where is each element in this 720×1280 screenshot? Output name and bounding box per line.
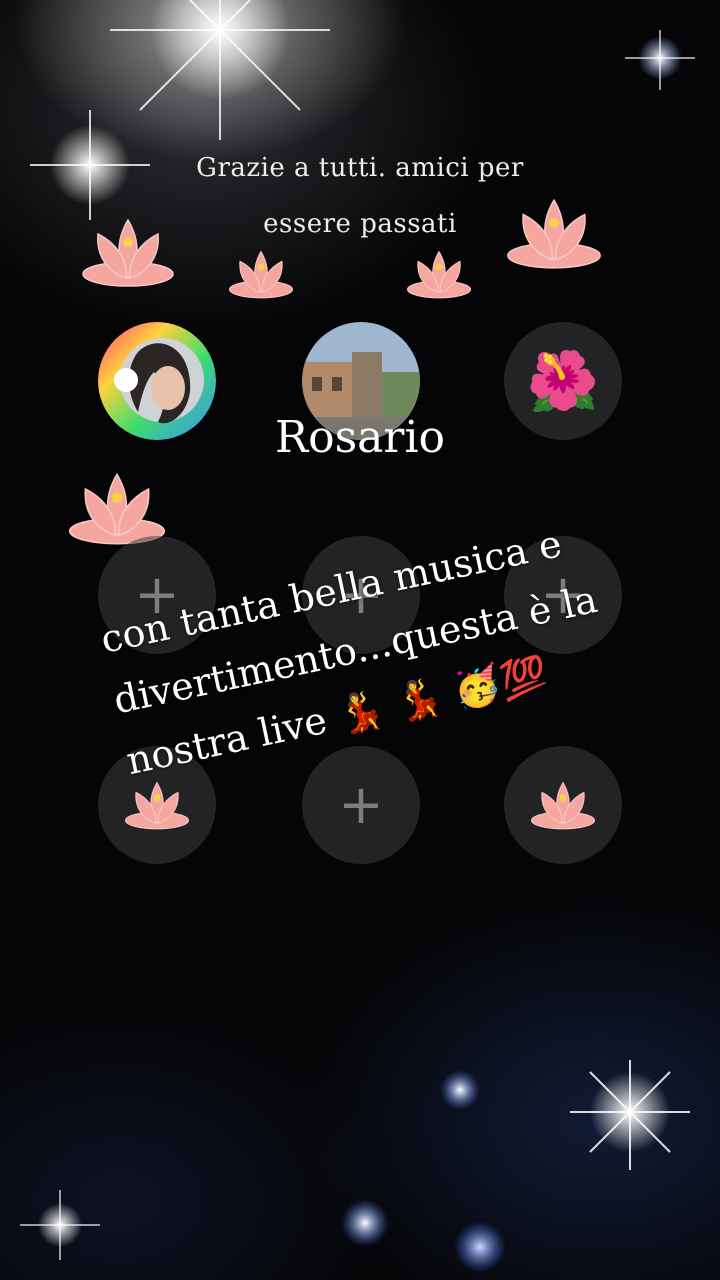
add-guest-slot-5[interactable]: +: [302, 746, 420, 864]
sparkle-icon: [454, 1221, 506, 1273]
hibiscus-icon: 🌺: [526, 346, 600, 415]
guest-slot-hibiscus[interactable]: 🌺: [504, 322, 622, 440]
sparkle-icon: [30, 110, 150, 220]
lotus-icon: [507, 198, 601, 269]
lotus-icon: [82, 218, 174, 287]
avatar-image: [98, 322, 216, 440]
lotus-icon: [228, 250, 294, 299]
sparkle-icon: [625, 30, 695, 90]
sparkle-icon: [341, 1199, 389, 1247]
lotus-icon: [530, 781, 596, 830]
lotus-icon: [406, 250, 472, 299]
plus-icon: +: [338, 773, 384, 836]
add-guest-slot-6[interactable]: [504, 746, 622, 864]
sparkle-icon: [440, 1070, 480, 1110]
header-line-1: Grazie a tutti. amici per: [196, 153, 524, 183]
guest-avatar-1[interactable]: [98, 322, 216, 440]
sparkle-icon: [20, 1190, 100, 1260]
username-label: Rosario: [274, 412, 446, 463]
sparkle-icon: [570, 1060, 690, 1170]
